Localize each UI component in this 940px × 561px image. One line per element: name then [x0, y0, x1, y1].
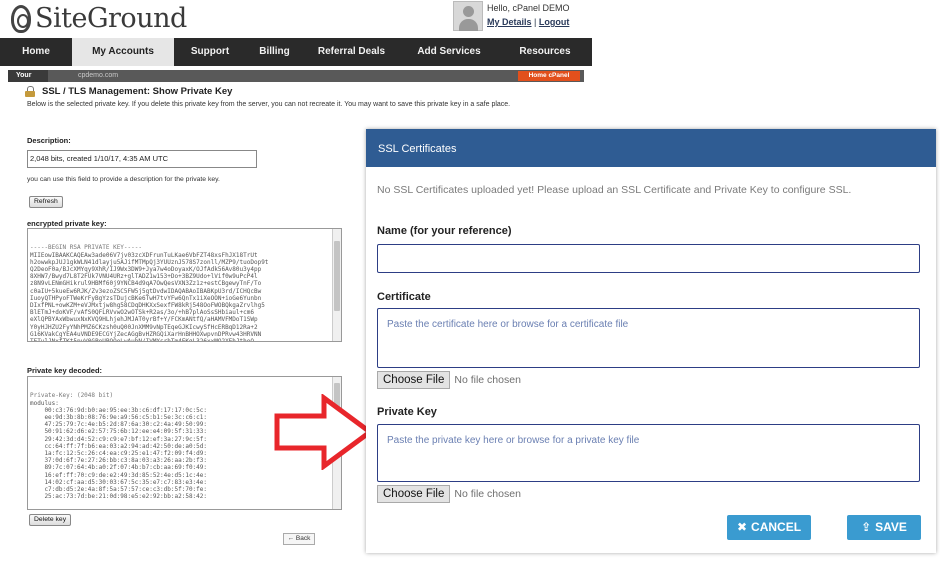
nav-referral-deals[interactable]: Referral Deals: [303, 38, 400, 66]
private-key-textarea[interactable]: Paste the private key here or browse for…: [377, 424, 920, 482]
encrypted-key-line: z8N9vLENmGHikrul9HBMf60j9YNCB4d9qA7OwQes…: [30, 280, 262, 288]
page-description: Below is the selected private key. If yo…: [27, 101, 511, 108]
certificate-choose-file-button[interactable]: Choose File: [377, 371, 451, 389]
encrypted-key-line: h2owwkpJUJ1gkWLN41dlayju5AJifMTMpQj3YUUz…: [30, 258, 269, 266]
refresh-button[interactable]: Refresh: [29, 196, 63, 208]
certificate-file-status: No file chosen: [454, 374, 521, 386]
right-arrow-icon: [274, 394, 375, 470]
certificate-textarea[interactable]: Paste the certificate here or browse for…: [377, 308, 920, 368]
name-label: Name (for your reference): [377, 225, 512, 237]
upload-icon: ⇪: [861, 520, 872, 534]
modal-intro-text: No SSL Certificates uploaded yet! Please…: [377, 184, 852, 196]
nav-home[interactable]: Home: [0, 38, 72, 66]
save-button-label: SAVE: [875, 520, 907, 534]
delete-key-button[interactable]: Delete key: [29, 514, 72, 526]
siteground-logo-icon: [11, 4, 31, 33]
back-button[interactable]: ← Back: [283, 533, 315, 545]
ssl-certificates-modal: SSL Certificates No SSL Certificates upl…: [366, 129, 936, 553]
private-key-choose-file-button[interactable]: Choose File: [377, 485, 451, 503]
encrypted-key-line: 8XHW7/Bwyd7L8T2FUk7VNU4URz+glTADZ1w153+D…: [30, 273, 258, 281]
decoded-key-line: 14:02:cf:aa:d5:30:03:67:5c:35:e7:c7:83:e…: [30, 478, 208, 486]
private-key-file-status: No file chosen: [454, 488, 521, 500]
user-greeting: Hello, cPanel DEMO: [487, 3, 570, 13]
name-input[interactable]: [377, 244, 920, 273]
private-key-file-picker: Choose File No file chosen: [377, 485, 521, 503]
encrypted-key-label: encrypted private key:: [27, 219, 107, 228]
private-key-placeholder: Paste the private key here or browse for…: [387, 435, 640, 446]
private-key-label: Private Key: [377, 406, 437, 418]
logout-link[interactable]: Logout: [539, 17, 570, 27]
siteground-logo[interactable]: SiteGround: [11, 3, 187, 34]
encrypted-key-line: -----BEGIN RSA PRIVATE KEY-----: [30, 244, 142, 252]
siteground-header: SiteGround Hello, cPanel DEMO My Details…: [0, 0, 592, 38]
decoded-key-line: 16:ef:ff:70:c9:de:e2:49:3d:85:52:4e:d5:1…: [30, 471, 208, 479]
account-breadcrumb: Your cpdemo.com Home cPanel: [8, 70, 584, 82]
decoded-key-line: 25:ac:73:7d:be:21:0d:98:e5:e2:92:bb:a2:5…: [30, 493, 208, 501]
page-title-text: SSL / TLS Management: Show Private Key: [42, 86, 233, 97]
main-nav: Home My Accounts Support Billing Referra…: [0, 38, 592, 66]
certificate-label: Certificate: [377, 291, 431, 303]
encrypted-key-line: Q2DeoF0a/BJcXMYqy9XhR/IJ9Wx3DW9+Jya7w4oD…: [30, 266, 262, 274]
decoded-key-line: c7:db:d5:2e:4a:8f:5a:57:57:ce:c3:db:5f:7…: [30, 486, 208, 494]
close-icon: ✖: [736, 520, 748, 534]
encrypted-key-line: Y0yHJHZU2FyYNhPMZ6CKzsh0uQ00JnXMM9vNpTEq…: [30, 323, 258, 331]
user-panel: Hello, cPanel DEMO My Details | Logout: [453, 1, 570, 31]
encrypted-key-line: TETulJNxfTKt5pyV0GPeUPQOeLwAuhN/IVMXsrhT…: [30, 338, 254, 342]
encrypted-key-line: eXlQPBYAxWbwuxNxKVQ9HLhjehJMJAT0yrBf+Y/F…: [30, 316, 258, 324]
description-hint: you can use this field to provide a desc…: [27, 176, 220, 183]
lock-icon: [25, 86, 36, 97]
nav-resources[interactable]: Resources: [498, 38, 592, 66]
encrypted-key-line: MIIEowIBAAKCAQEAw3ade06V7jv03zcXDFrunTuL…: [30, 251, 258, 259]
home-cpanel-button[interactable]: Home cPanel: [518, 71, 580, 81]
cancel-button[interactable]: ✖ CANCEL: [727, 515, 811, 540]
description-input[interactable]: 2,048 bits, created 1/10/17, 4:35 AM UTC: [27, 150, 257, 168]
encrypted-key-line: G16KVakCgYEA4uVNDE9ECGYjZecAGgBvHZRGQiXa…: [30, 330, 262, 338]
my-details-link[interactable]: My Details: [487, 17, 532, 27]
page-title: SSL / TLS Management: Show Private Key: [25, 86, 232, 97]
encrypted-key-line: BlETmJ+doKVF/vAfS0QFLRVvwO2wOTSk+R2as/3o…: [30, 309, 254, 317]
encrypted-key-scrollbar[interactable]: [332, 229, 341, 341]
cancel-button-label: CANCEL: [751, 520, 802, 534]
decoded-key-label: Private key decoded:: [27, 366, 103, 375]
nav-support[interactable]: Support: [174, 38, 246, 66]
encrypted-key-line: IuoyQTHPyoFTWeKrFyBgYzsTDujcBKe6TwH7tvYF…: [30, 294, 262, 302]
encrypted-key-textarea[interactable]: -----BEGIN RSA PRIVATE KEY----- MIIEowIBA…: [27, 228, 342, 342]
breadcrumb-your: Your: [8, 70, 48, 82]
description-label: Description:: [27, 136, 71, 145]
nav-my-accounts[interactable]: My Accounts: [72, 38, 174, 66]
nav-add-services[interactable]: Add Services: [400, 38, 498, 66]
encrypted-key-line: c0aIU+5kueEw6RJK/Zv3ezoZSC5FW5j5gtDvdwID…: [30, 287, 262, 295]
certificate-placeholder: Paste the certificate here or browse for…: [387, 319, 629, 330]
modal-header: SSL Certificates: [366, 129, 936, 167]
nav-billing[interactable]: Billing: [246, 38, 303, 66]
certificate-file-picker: Choose File No file chosen: [377, 371, 521, 389]
user-avatar-icon: [453, 1, 483, 31]
siteground-logo-text: SiteGround: [35, 3, 187, 34]
breadcrumb-domain[interactable]: cpdemo.com: [78, 70, 118, 82]
save-button[interactable]: ⇪ SAVE: [847, 515, 921, 540]
encrypted-key-line: DIxfPNL+owKZM+eVJMxtjw8hg58CDqDHKXxSexfF…: [30, 302, 265, 310]
